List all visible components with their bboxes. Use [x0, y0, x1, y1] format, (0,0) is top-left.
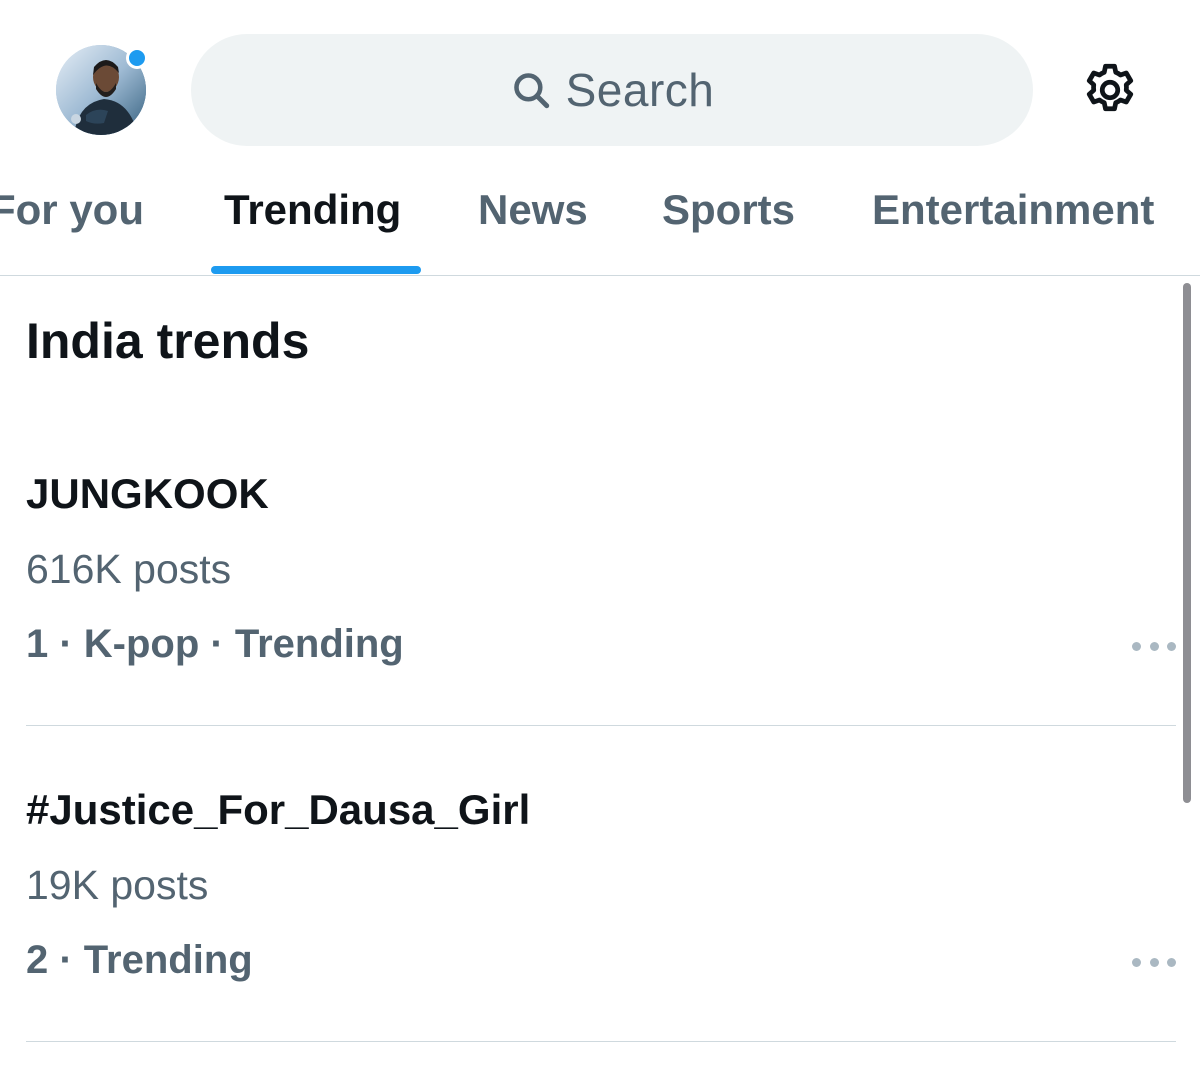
trend-meta: 1 · K-pop · Trending [26, 622, 404, 666]
divider [26, 1041, 1176, 1042]
search-icon [510, 69, 552, 111]
trend-meta: 2 · Trending [26, 938, 253, 982]
divider [26, 725, 1176, 726]
trend-item[interactable]: #Justice_For_Dausa_Girl 19K posts 2 · Tr… [26, 782, 1176, 1002]
tab-entertainment[interactable]: Entertainment [872, 186, 1154, 234]
gear-icon[interactable] [1080, 60, 1140, 120]
trend-item[interactable]: JUNGKOOK 616K posts 1 · K-pop · Trending [26, 466, 1176, 686]
more-horizontal-icon[interactable] [1132, 952, 1176, 972]
tab-news[interactable]: News [478, 186, 588, 234]
trend-post-count: 19K posts [26, 862, 209, 908]
more-horizontal-icon[interactable] [1132, 636, 1176, 656]
tab-trending[interactable]: Trending [224, 186, 401, 234]
trend-name: JUNGKOOK [26, 470, 269, 517]
notification-dot [126, 47, 148, 69]
explore-page: Search For you Trending News Sports Ente… [0, 0, 1200, 1077]
tab-sports[interactable]: Sports [662, 186, 795, 234]
active-tab-indicator [211, 266, 421, 274]
tab-for-you[interactable]: For you [0, 186, 144, 234]
tab-bar: For you Trending News Sports Entertainme… [0, 160, 1200, 276]
trend-post-count: 616K posts [26, 546, 232, 592]
search-bar[interactable]: Search [191, 34, 1033, 146]
scrollbar[interactable] [1183, 283, 1191, 803]
section-title: India trends [26, 313, 310, 369]
trend-name: #Justice_For_Dausa_Girl [26, 786, 531, 833]
search-placeholder: Search [565, 64, 715, 116]
